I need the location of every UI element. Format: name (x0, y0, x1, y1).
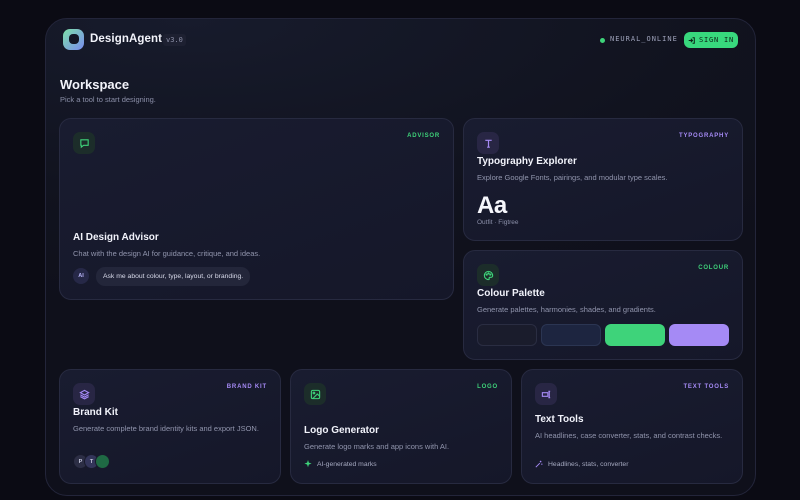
ai-avatar: AI (73, 268, 89, 284)
card-meta-label: AI-generated marks (317, 460, 377, 468)
page-subtitle: Pick a tool to start designing. (60, 95, 156, 104)
card-meta: AI-generated marks (304, 460, 377, 468)
card-typography[interactable]: TYPOGRAPHY Typography Explorer Explore G… (463, 118, 743, 241)
card-description: Chat with the design AI for guidance, cr… (73, 249, 261, 258)
logo-icon (63, 29, 84, 50)
card-tag: COLOUR (698, 265, 729, 271)
avatar (95, 454, 110, 469)
card-tag: LOGO (477, 384, 498, 390)
card-description: AI headlines, case converter, stats, and… (535, 431, 723, 440)
card-title: Brand Kit (73, 407, 118, 418)
card-meta: Headlines, stats, converter (535, 460, 628, 468)
card-title: Logo Generator (304, 425, 380, 436)
card-tag: TEXT TOOLS (683, 384, 729, 390)
card-description: Generate palettes, harmonies, shades, an… (477, 305, 656, 314)
card-description: Generate logo marks and app icons with A… (304, 442, 450, 451)
palette-icon (477, 264, 499, 286)
sign-in-label: SIGN IN (698, 36, 735, 44)
card-title: Text Tools (535, 414, 584, 425)
wand-icon (535, 460, 543, 468)
sign-in-icon (688, 36, 695, 44)
layers-icon (73, 383, 95, 405)
brand-name: DesignAgent (90, 33, 163, 45)
card-description: Generate complete brand identity kits an… (73, 424, 259, 433)
card-brand-kit[interactable]: BRAND KIT Brand Kit Generate complete br… (59, 369, 281, 484)
card-meta-label: Headlines, stats, converter (548, 460, 629, 468)
sign-in-button[interactable]: SIGN IN (684, 32, 738, 48)
card-tag: TYPOGRAPHY (678, 133, 729, 139)
card-tag: ADVISOR (407, 133, 440, 139)
version-badge: v3.0 (163, 34, 186, 46)
card-title: Colour Palette (477, 288, 545, 299)
sparkle-icon (304, 460, 312, 468)
image-icon (304, 383, 326, 405)
chat-icon (73, 132, 95, 154)
colour-swatch[interactable] (669, 324, 729, 346)
text-cursor-icon (535, 383, 557, 405)
card-logo[interactable]: LOGO Logo Generator Generate logo marks … (290, 369, 512, 484)
card-advisor[interactable]: ADVISOR AI Design Advisor Chat with the … (59, 118, 454, 300)
card-title: Typography Explorer (477, 156, 577, 167)
card-colour[interactable]: COLOUR Colour Palette Generate palettes,… (463, 250, 743, 360)
card-tag: BRAND KIT (226, 384, 267, 390)
colour-swatch[interactable] (605, 324, 665, 346)
status-indicator: NEURAL_ONLINE (610, 35, 678, 43)
app-window: DesignAgent v3.0 NEURAL_ONLINE SIGN IN W… (45, 18, 756, 496)
colour-swatch[interactable] (477, 324, 537, 346)
card-description: Explore Google Fonts, pairings, and modu… (477, 173, 668, 182)
card-title: AI Design Advisor (73, 232, 159, 243)
card-text-tools[interactable]: TEXT TOOLS Text Tools AI headlines, case… (521, 369, 743, 484)
type-icon (477, 132, 499, 154)
type-sample: Aa (477, 192, 507, 219)
page-title: Workspace (60, 77, 130, 92)
status-dot-icon (600, 38, 605, 43)
font-pairing: Outfit · Figtree (477, 219, 519, 226)
colour-swatch[interactable] (541, 324, 601, 346)
advisor-prompt-bubble[interactable]: Ask me about colour, type, layout, or br… (96, 267, 251, 286)
